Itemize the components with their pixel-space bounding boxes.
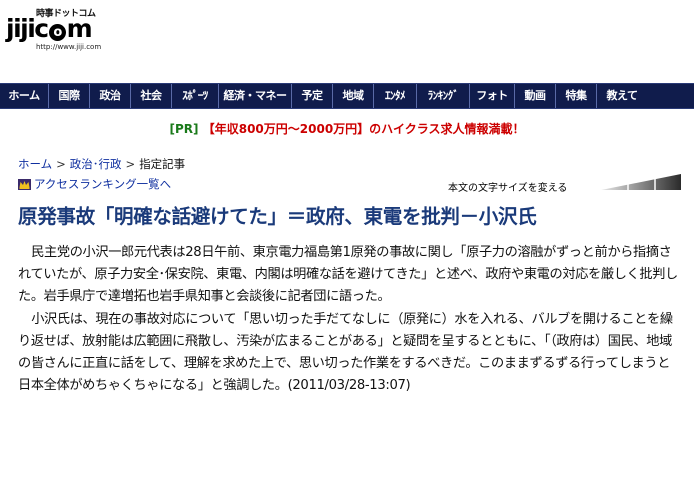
article-date: (2011/03/28-13:07)	[287, 378, 411, 394]
nav-item-8[interactable]: ｴﾝﾀﾒ	[374, 84, 417, 108]
article-body: 民主党の小沢一郎元代表は28日午前、東京電力福島第1原発の事故に関し「原子力の溶…	[18, 242, 682, 397]
access-ranking-link[interactable]: アクセスランキング一覧へ	[34, 176, 171, 192]
nav-item-0[interactable]: ホーム	[0, 84, 49, 108]
breadcrumb-sep: >	[125, 157, 136, 171]
article-paragraph-2: 小沢氏は、現在の事故対応について「思い切った手だてなしに（原発に）水を入れる、バ…	[18, 311, 673, 394]
breadcrumb-home[interactable]: ホーム	[18, 157, 52, 171]
font-size-slider-icon[interactable]	[601, 174, 681, 190]
article-headline: 原発事故「明確な話避けてた」＝政府、東電を批判－小沢氏	[18, 205, 537, 228]
article-paragraph-1: 民主党の小沢一郎元代表は28日午前、東京電力福島第1原発の事故に関し「原子力の溶…	[18, 245, 678, 305]
crown-icon	[18, 178, 31, 190]
logo-mark: jijic o m	[6, 14, 93, 43]
nav-item-12[interactable]: 特集	[556, 84, 597, 108]
jiji-logo[interactable]: 時事ドットコム jijic o m http://www.jiji.com	[6, 4, 116, 51]
nav-item-6[interactable]: 予定	[292, 84, 333, 108]
main-nav: ホーム 国際 政治 社会 ｽﾎﾟｰﾂ 経済・マネー 予定 地域 ｴﾝﾀﾒ ﾗﾝｷﾝｸﾞ フォト 動画特…	[0, 83, 694, 109]
nav-item-4[interactable]: ｽﾎﾟｰﾂ	[172, 84, 219, 108]
nav-item-11[interactable]: 動画	[515, 84, 556, 108]
nav-item-1[interactable]: 国際	[49, 84, 90, 108]
logo-url: http://www.jiji.com	[36, 43, 102, 51]
nav-item-13[interactable]: 教えて	[597, 84, 647, 108]
pr-banner: [PR] 【年収800万円～2000万円】のハイクラス求人情報満載！	[0, 120, 694, 137]
font-size-label: 本文の文字サイズを変える	[448, 183, 568, 194]
nav-item-3[interactable]: 社会	[131, 84, 172, 108]
logo-o-circle: o	[48, 24, 66, 41]
breadcrumb-section[interactable]: 政治･行政	[70, 157, 122, 171]
pr-tag: [PR]	[169, 122, 199, 136]
ranking-link-row: アクセスランキング一覧へ	[18, 176, 171, 192]
breadcrumb: ホーム > 政治･行政 > 指定記事	[18, 156, 185, 172]
nav-item-9[interactable]: ﾗﾝｷﾝｸﾞ	[417, 84, 470, 108]
breadcrumb-sep: >	[56, 157, 66, 171]
breadcrumb-current: 指定記事	[139, 157, 186, 171]
font-size-control[interactable]	[601, 174, 681, 190]
nav-item-2[interactable]: 政治	[90, 84, 131, 108]
nav-item-10[interactable]: フォト	[470, 84, 515, 108]
nav-item-7[interactable]: 地域	[333, 84, 374, 108]
pr-link[interactable]: 【年収800万円～2000万円】のハイクラス求人情報満載！	[203, 122, 525, 136]
nav-item-5[interactable]: 経済・マネー	[219, 84, 292, 108]
